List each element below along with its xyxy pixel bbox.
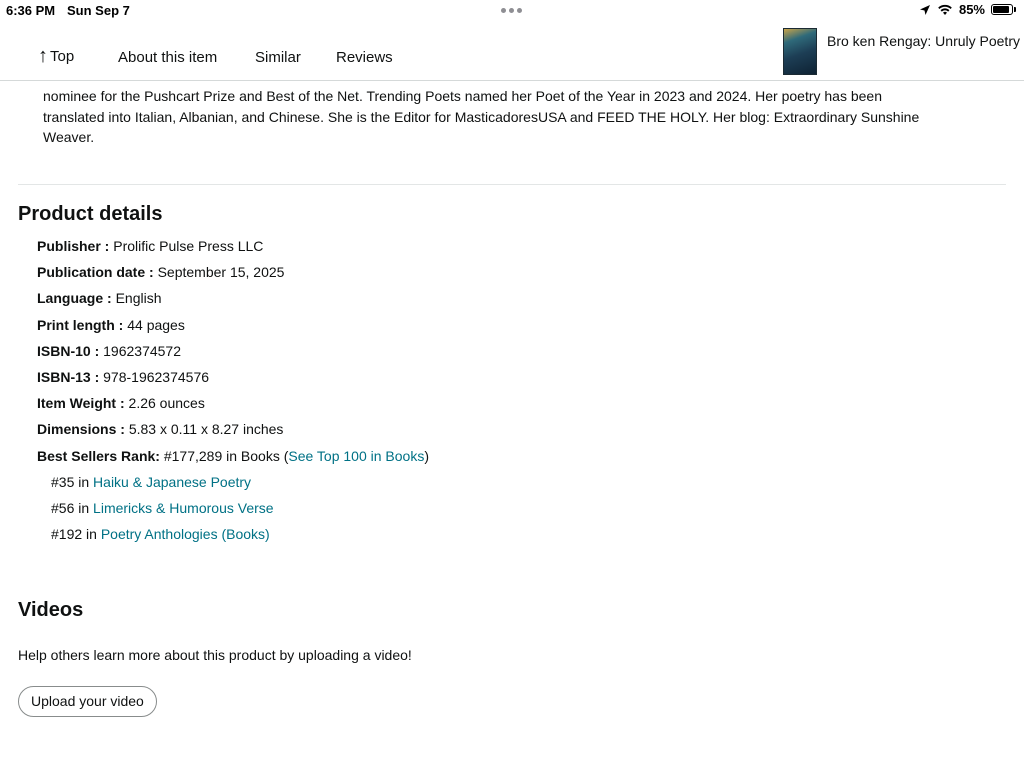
detail-label: Publisher xyxy=(37,238,101,254)
detail-value: 2.26 ounces xyxy=(128,395,205,412)
status-date: Sun Sep 7 xyxy=(67,3,130,18)
status-time: 6:36 PM xyxy=(6,3,56,18)
detail-separator: : xyxy=(116,395,129,412)
subrank-category-link[interactable]: Limericks & Humorous Verse xyxy=(93,500,274,516)
detail-label: Item Weight xyxy=(37,395,117,412)
detail-row: Print length : 44 pages xyxy=(37,315,429,341)
detail-value: September 15, 2025 xyxy=(157,264,285,281)
detail-separator: : xyxy=(90,368,104,385)
detail-label: Dimensions xyxy=(37,421,117,438)
detail-label: Language xyxy=(37,290,104,307)
arrow-up-icon: ↑ xyxy=(38,45,48,67)
battery-icon xyxy=(991,4,1016,15)
detail-row: Language : English xyxy=(37,288,429,314)
product-title[interactable]: Bro ken Rengay: Unruly Poetry xyxy=(827,33,1020,49)
detail-label: ISBN-13 xyxy=(37,368,91,385)
subrank-row: #56 in Limericks & Humorous Verse xyxy=(37,498,429,524)
detail-separator: : xyxy=(114,316,128,333)
nav-top-link[interactable]: ↑ Top xyxy=(38,46,74,66)
author-bio: nominee for the Pushcart Prize and Best … xyxy=(43,86,963,148)
videos-help-text: Help others learn more about this produc… xyxy=(18,647,412,663)
detail-separator: : xyxy=(90,342,104,359)
subrank-row: #192 in Poetry Anthologies (Books) xyxy=(37,524,429,550)
nav-about-item-link[interactable]: About this item xyxy=(118,49,217,66)
status-bar: 6:36 PM Sun Sep 7 85% xyxy=(0,0,1024,22)
detail-value: 5.83 x 0.11 x 8.27 inches xyxy=(128,421,284,438)
battery-percent: 85% xyxy=(958,2,985,17)
detail-value: 978-1962374576 xyxy=(103,368,210,385)
detail-row: ISBN-10 : 1962374572 xyxy=(37,341,429,367)
nav-similar-link[interactable]: Similar xyxy=(255,49,301,66)
paren-close: ) xyxy=(424,447,429,464)
bio-line: nominee for the Pushcart Prize and Best … xyxy=(43,88,882,104)
detail-label: Best Sellers Rank: xyxy=(37,447,160,464)
product-nav-bar: ↑ Top About this item Similar Reviews Br… xyxy=(0,22,1024,81)
detail-row: Item Weight : 2.26 ounces xyxy=(37,393,429,419)
subrank-category-link[interactable]: Haiku & Japanese Poetry xyxy=(93,474,251,490)
subrank-number: #35 in xyxy=(51,473,94,490)
detail-value: 44 pages xyxy=(127,316,185,333)
detail-separator: : xyxy=(103,290,116,307)
detail-row: Publication date : September 15, 2025 xyxy=(37,262,429,288)
subrank-number: #192 in xyxy=(51,526,101,543)
detail-row: ISBN-13 : 978-1962374576 xyxy=(37,367,429,393)
detail-value: Prolific Pulse Press LLC xyxy=(113,238,264,254)
see-top-100-link[interactable]: See Top 100 in Books xyxy=(288,448,424,464)
detail-label: Print length xyxy=(37,316,115,333)
detail-separator: : xyxy=(116,421,129,438)
section-divider xyxy=(18,184,1006,185)
multitasking-dots-icon[interactable] xyxy=(501,8,522,13)
detail-label: ISBN-10 xyxy=(37,342,91,359)
detail-value: English xyxy=(115,290,162,307)
nav-reviews-link[interactable]: Reviews xyxy=(336,49,393,66)
videos-heading: Videos xyxy=(18,599,84,621)
detail-row: Publisher : Prolific Pulse Press LLC xyxy=(37,236,429,262)
best-sellers-rank-row: Best Sellers Rank: #177,289 in Books (Se… xyxy=(37,446,429,472)
detail-value: 1962374572 xyxy=(103,342,182,359)
subrank-row: #35 in Haiku & Japanese Poetry xyxy=(37,472,429,498)
detail-value: #177,289 in Books ( xyxy=(159,447,289,464)
wifi-icon xyxy=(938,4,952,15)
detail-separator: : xyxy=(100,238,114,254)
product-thumbnail[interactable] xyxy=(783,28,817,75)
detail-row: Dimensions : 5.83 x 0.11 x 8.27 inches xyxy=(37,419,429,445)
product-details-heading: Product details xyxy=(18,203,163,225)
detail-separator: : xyxy=(145,264,158,281)
product-details-list: Publisher : Prolific Pulse Press LLC Publ… xyxy=(37,236,429,550)
subrank-category-link[interactable]: Poetry Anthologies (Books) xyxy=(101,526,270,542)
bio-line: translated into Italian, Albanian, and C… xyxy=(43,108,920,125)
detail-label: Publication date xyxy=(37,264,146,281)
page: 6:36 PM Sun Sep 7 85% ↑ Top About this i… xyxy=(0,0,1024,768)
subrank-number: #56 in xyxy=(51,499,94,516)
status-right: 85% xyxy=(919,2,1016,17)
bio-line: Weaver. xyxy=(43,129,95,145)
location-arrow-icon xyxy=(919,4,930,15)
nav-top-label: Top xyxy=(50,47,75,65)
upload-video-button[interactable]: Upload your video xyxy=(18,686,157,717)
